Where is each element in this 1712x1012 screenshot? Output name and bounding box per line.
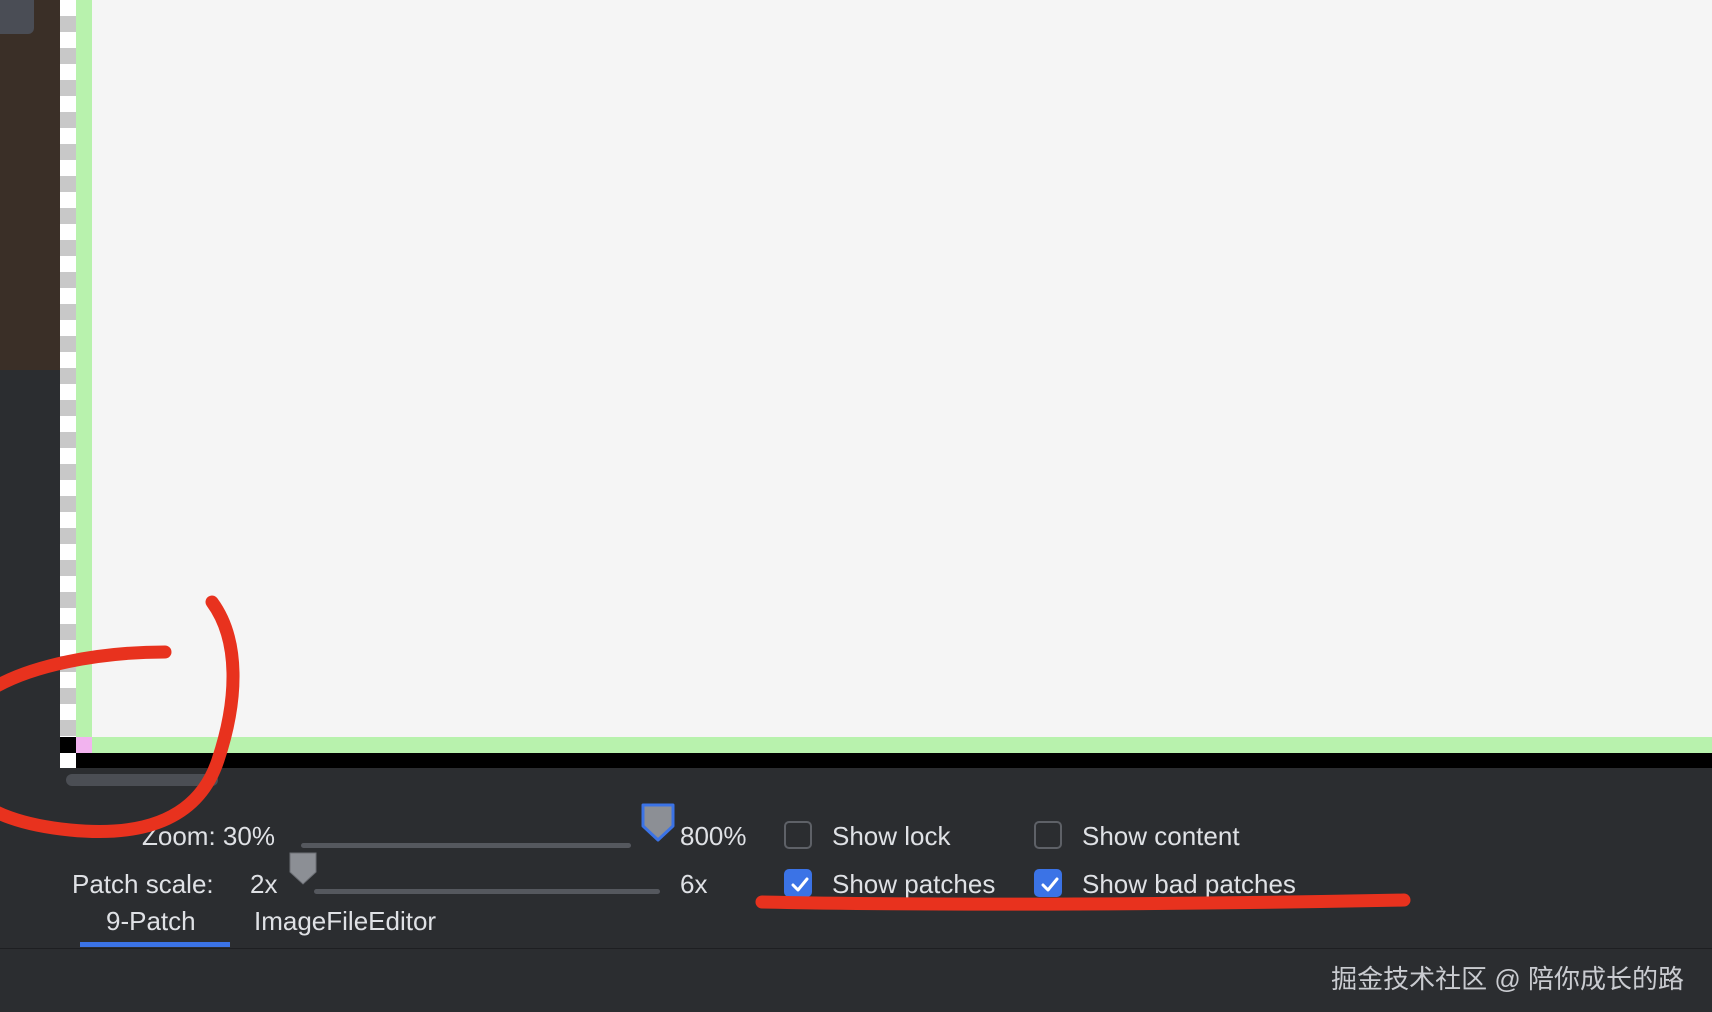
tab-9-patch[interactable]: 9-Patch [106, 900, 196, 948]
image-canvas[interactable] [60, 0, 1712, 768]
horizontal-scrollbar-thumb[interactable] [66, 774, 218, 786]
tab-image-file-editor[interactable]: ImageFileEditor [254, 900, 436, 948]
show-bad-patches-checkbox[interactable] [1034, 869, 1062, 897]
patch-scale-slider[interactable] [314, 889, 660, 894]
left-gutter [0, 0, 61, 948]
patch-marker-black [60, 737, 76, 753]
stretch-region-vertical [76, 0, 92, 737]
show-patches-label[interactable]: Show patches [832, 869, 995, 899]
show-lock-label[interactable]: Show lock [832, 821, 951, 851]
show-bad-patches-label[interactable]: Show bad patches [1082, 869, 1296, 899]
zoom-max-label: 800% [680, 821, 747, 851]
side-panel-area [0, 0, 60, 370]
show-content-checkbox[interactable] [1034, 821, 1062, 849]
checker-bottom-cell [60, 753, 76, 768]
patch-scale-label: Patch scale: [72, 869, 214, 899]
show-lock-checkbox[interactable] [784, 821, 812, 849]
checkmark-icon [791, 877, 809, 892]
side-tab-chip[interactable] [0, 0, 34, 34]
checkmark-icon [1041, 877, 1059, 892]
image-content [92, 0, 1712, 737]
zoom-slider[interactable] [301, 843, 631, 848]
zoom-label: Zoom: 30% [142, 821, 275, 851]
patch-corner-overlap [76, 737, 92, 753]
patch-scale-min-label: 2x [250, 869, 278, 899]
editor-tab-bar: 9-Patch ImageFileEditor [60, 900, 1712, 948]
patch-scale-slider-thumb[interactable] [288, 851, 318, 887]
show-content-label[interactable]: Show content [1082, 821, 1240, 851]
stretch-region-horizontal [92, 737, 1712, 753]
horizontal-scrollbar[interactable] [60, 768, 1712, 796]
patch-scale-max-label: 6x [680, 869, 708, 899]
active-tab-indicator [80, 942, 230, 947]
show-patches-checkbox[interactable] [784, 869, 812, 897]
transparency-checker-border [60, 0, 76, 768]
watermark-text: 掘金技术社区 @ 陪你成长的路 [1331, 964, 1684, 994]
nine-patch-editor: Zoom: 30% 800% Patch scale: 2x 6x Show l… [0, 0, 1712, 1012]
status-bar: 掘金技术社区 @ 陪你成长的路 [0, 948, 1712, 1012]
content-padding-marker [76, 753, 1712, 768]
zoom-slider-thumb[interactable] [640, 802, 676, 842]
